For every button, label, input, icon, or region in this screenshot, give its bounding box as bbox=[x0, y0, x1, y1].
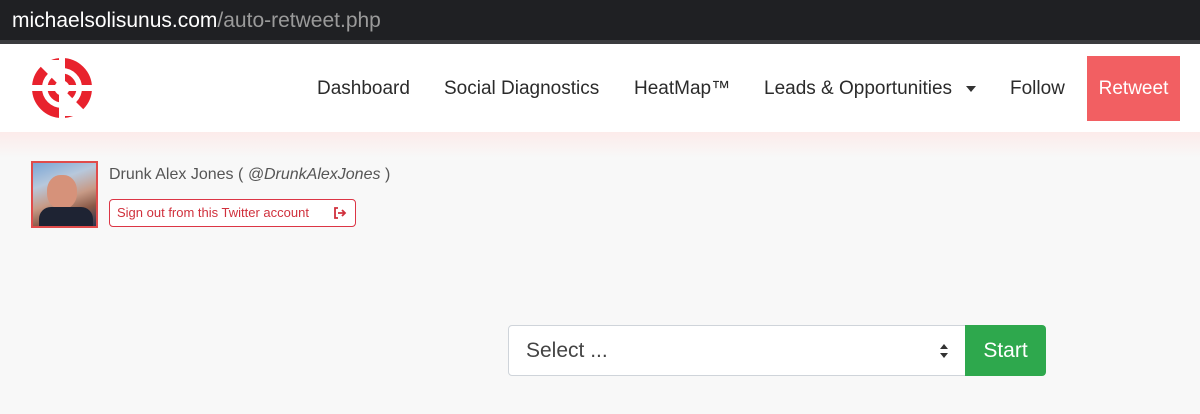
start-button[interactable]: Start bbox=[965, 325, 1046, 376]
url-text[interactable]: michaelsolisunus.com/auto-retweet.php bbox=[12, 8, 381, 34]
nav-retweet-active[interactable]: Retweet bbox=[1087, 56, 1180, 121]
nav-follow[interactable]: Follow bbox=[1010, 77, 1065, 101]
sign-out-button[interactable]: Sign out from this Twitter account bbox=[109, 199, 356, 227]
nav-heatmap[interactable]: HeatMap™ bbox=[634, 77, 730, 101]
navbar-shadow bbox=[0, 132, 1200, 158]
chevron-down-icon[interactable] bbox=[966, 86, 976, 92]
select-arrows-icon bbox=[940, 344, 948, 358]
browser-url-bar[interactable]: michaelsolisunus.com/auto-retweet.php bbox=[0, 0, 1200, 42]
nav-social-diagnostics[interactable]: Social Diagnostics bbox=[444, 77, 599, 101]
brand-logo-icon[interactable] bbox=[30, 56, 94, 120]
nav-leads-opportunities[interactable]: Leads & Opportunities bbox=[764, 77, 952, 101]
avatar-face bbox=[47, 175, 77, 209]
account-name-suffix: ) bbox=[384, 166, 391, 183]
avatar-suit bbox=[39, 207, 93, 226]
account-select[interactable]: Select ... bbox=[508, 325, 966, 376]
account-handle: @DrunkAlexJones bbox=[247, 166, 381, 183]
sign-out-label: Sign out from this Twitter account bbox=[117, 205, 309, 220]
account-name: Drunk Alex Jones ( @DrunkAlexJones ) bbox=[109, 165, 390, 185]
select-value: Select ... bbox=[526, 339, 608, 362]
url-host: michaelsolisunus.com bbox=[12, 9, 218, 32]
avatar bbox=[31, 161, 98, 228]
url-path: /auto-retweet.php bbox=[217, 9, 381, 32]
nav-dashboard[interactable]: Dashboard bbox=[317, 77, 410, 101]
account-name-prefix: Drunk Alex Jones ( bbox=[109, 166, 244, 183]
sign-out-icon bbox=[334, 207, 347, 219]
